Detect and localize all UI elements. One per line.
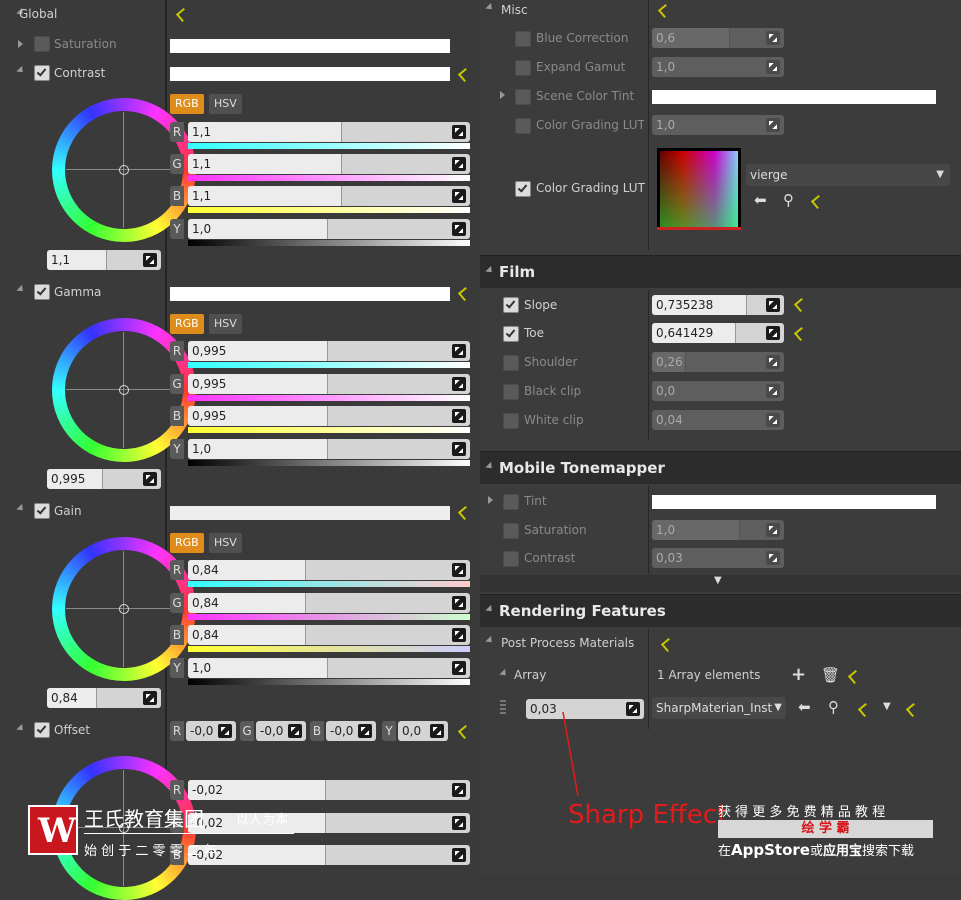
watermark-divider bbox=[84, 833, 294, 834]
annotation-layer bbox=[562, 711, 579, 797]
watermark-motto: 以人为本 bbox=[236, 813, 289, 828]
watermark-founded: 始 创 于 二 零 零 二 年 bbox=[84, 844, 217, 859]
watermark-logo: W bbox=[28, 805, 78, 855]
watermark-app-name: 绘 学 霸 bbox=[718, 820, 933, 838]
watermark-promo: 获 得 更 多 免 费 精 品 教 程 bbox=[718, 805, 886, 820]
sharp-effect-annotation: Sharp Effect bbox=[568, 800, 728, 830]
watermark-brand: 王氏教育集团 bbox=[84, 807, 204, 831]
watermark-store-line: 在AppStore或应用宝搜索下载 bbox=[718, 841, 914, 859]
annotation-arrow-line bbox=[562, 711, 579, 797]
